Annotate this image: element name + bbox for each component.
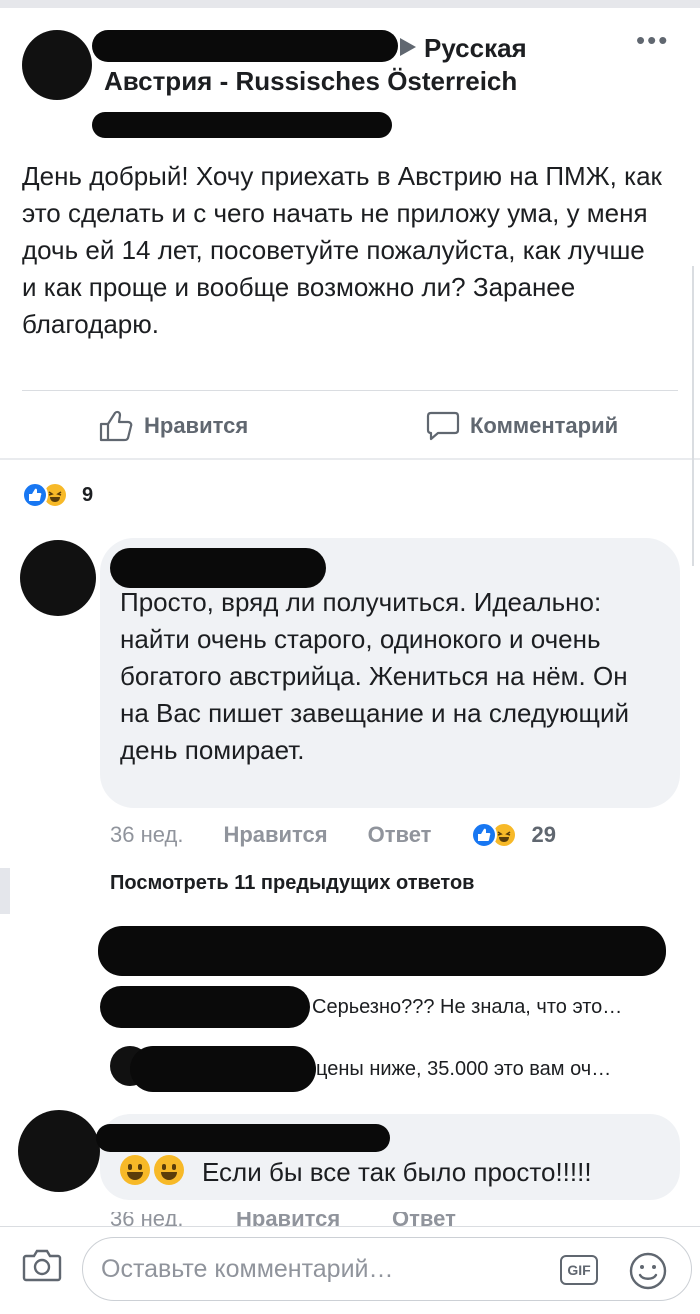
comment-reply-button[interactable]: Ответ [392, 1212, 456, 1226]
comment-button[interactable]: Комментарий [426, 404, 618, 448]
like-reaction-icon [471, 822, 498, 848]
like-label: Нравится [144, 413, 249, 438]
comment-text: Просто, вряд ли получиться. Идеально: на… [120, 587, 629, 765]
gif-icon[interactable]: GIF [560, 1255, 598, 1285]
camera-icon[interactable] [22, 1247, 62, 1283]
shared-to-arrow-icon [400, 38, 416, 56]
comment-like-button[interactable]: Нравится [236, 1212, 340, 1226]
smile-icon[interactable] [628, 1251, 668, 1291]
scroll-indicator [692, 266, 700, 566]
commenter-avatar[interactable] [20, 540, 96, 616]
comment-time: 36 нед. [110, 1212, 184, 1226]
thread-indicator [0, 868, 10, 914]
comment-like-button[interactable]: Нравится [223, 822, 327, 848]
grinning-emoji-icon [154, 1155, 184, 1185]
comment-text-row: Если бы все так было просто!!!!! [120, 1154, 592, 1191]
comment-text: Если бы все так было просто!!!!! [202, 1157, 592, 1187]
comment-label: Комментарий [470, 413, 619, 438]
comment-icon [426, 411, 460, 441]
post-text: День добрый! Хочу приехать в Австрию на … [22, 161, 662, 339]
redacted-reply-author [130, 1046, 316, 1092]
reaction-count: 9 [82, 483, 94, 506]
redacted-commenter-name [110, 548, 326, 588]
tears-of-joy-emoji-icon [120, 1155, 150, 1185]
redacted-reply-content [98, 926, 666, 976]
reply-snippet[interactable]: Серьезно??? Не знала, что это… [312, 996, 622, 1019]
redacted-reply-author [100, 986, 310, 1028]
view-previous-replies-link[interactable]: Посмотреть 11 предыдущих ответов [110, 872, 474, 895]
comment-input[interactable] [82, 1237, 692, 1301]
comment-reply-button[interactable]: Ответ [368, 822, 432, 848]
gif-label: GIF [567, 1262, 591, 1278]
comment-meta: 36 нед. Нравится Ответ 29 [110, 818, 556, 852]
comment-composer: GIF [0, 1226, 700, 1314]
comment-reaction-count: 29 [531, 822, 556, 847]
comment-time: 36 нед. [110, 822, 184, 847]
comment-meta-cut: 36 нед. Нравится Ответ [110, 1212, 590, 1226]
post-reactions[interactable]: 9 [22, 480, 93, 510]
post-divider [22, 390, 678, 391]
top-strip [0, 0, 700, 8]
like-icon [99, 410, 133, 442]
like-button[interactable]: Нравится [98, 404, 248, 448]
redacted-commenter-name [96, 1124, 390, 1152]
post-group-title[interactable]: Русская Австрия - Russisches Österreich [104, 32, 604, 98]
redacted-post-timestamp [92, 112, 392, 138]
like-reaction-icon [22, 482, 48, 508]
post-author-avatar[interactable] [22, 30, 92, 100]
section-separator [0, 458, 700, 460]
group-name[interactable]: Русская Австрия - Russisches Österreich [104, 33, 527, 96]
more-icon[interactable]: ••• [636, 27, 669, 53]
reply-snippet[interactable]: цены ниже, 35.000 это вам оч… [316, 1058, 611, 1081]
commenter-avatar[interactable] [18, 1110, 100, 1192]
